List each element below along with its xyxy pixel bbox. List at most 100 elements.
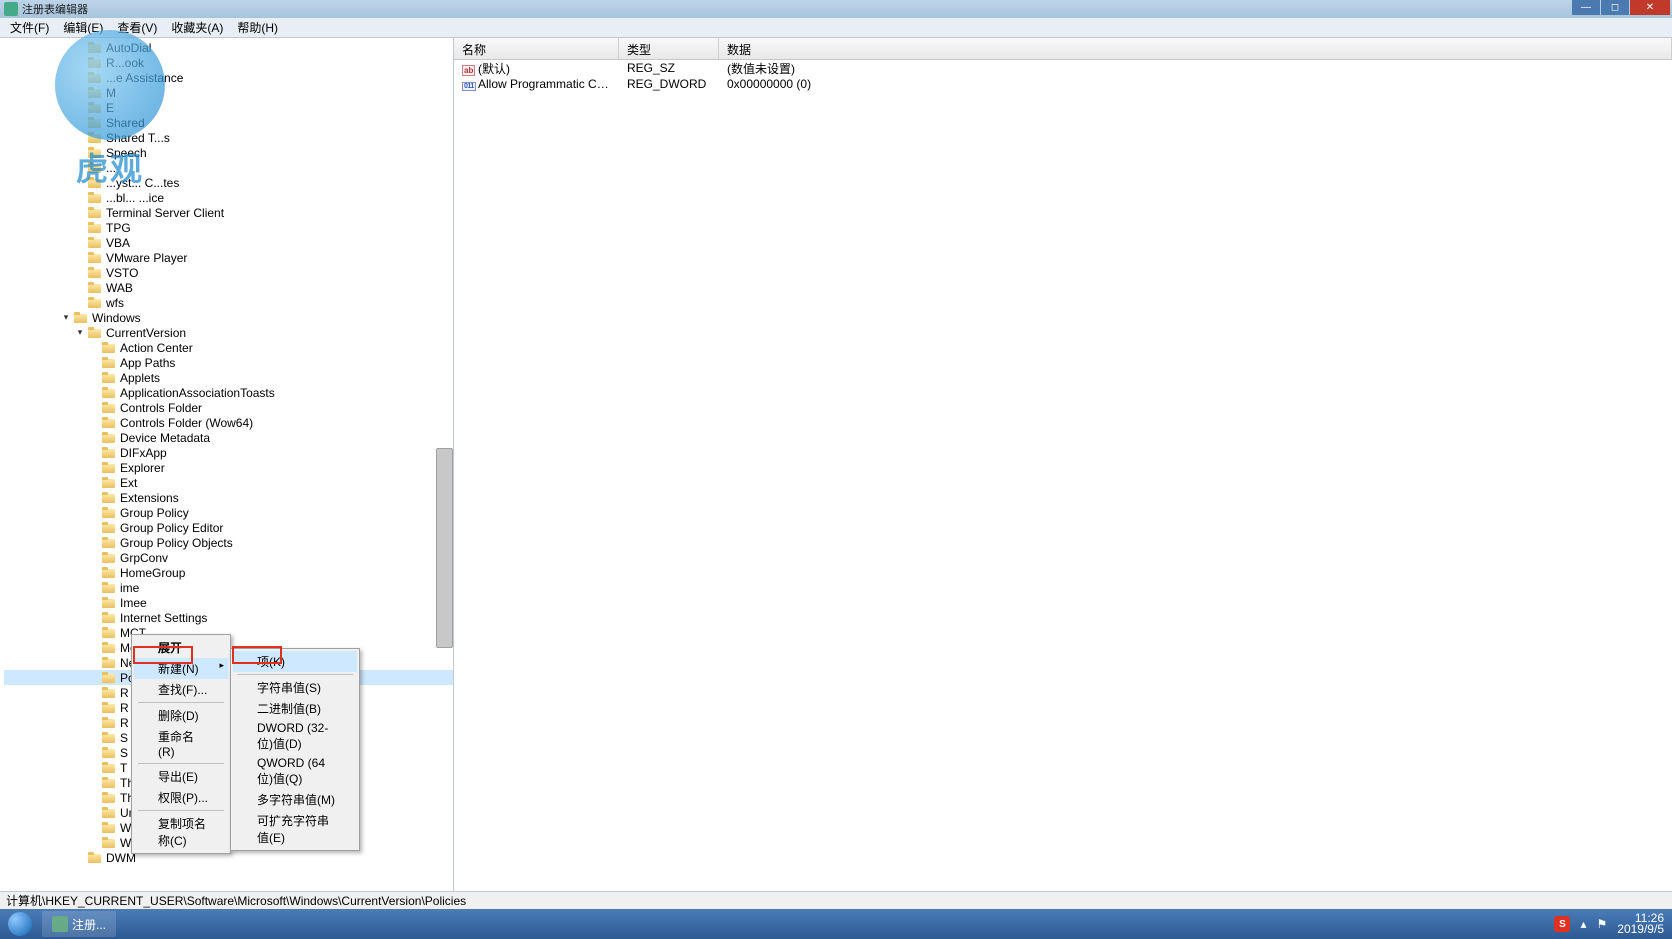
- folder-icon: [88, 42, 102, 54]
- tree-item[interactable]: ...e Assistance: [4, 70, 453, 85]
- tree-item[interactable]: Group Policy Editor: [4, 520, 453, 535]
- ctx-new-dword[interactable]: DWORD (32-位)值(D): [233, 719, 357, 754]
- folder-icon: [102, 417, 116, 429]
- tray-network-icon[interactable]: ▴: [1580, 917, 1586, 931]
- tree-item[interactable]: Device Metadata: [4, 430, 453, 445]
- folder-icon: [102, 492, 116, 504]
- tree-item[interactable]: DIFxApp: [4, 445, 453, 460]
- ctx-delete[interactable]: 删除(D): [134, 705, 228, 726]
- tree-item[interactable]: Controls Folder (Wow64): [4, 415, 453, 430]
- tree-item[interactable]: Shared: [4, 115, 453, 130]
- tree-item[interactable]: R...ook: [4, 55, 453, 70]
- menu-file[interactable]: 文件(F): [4, 18, 55, 37]
- ctx-new[interactable]: 新建(N): [134, 658, 228, 679]
- tree-item[interactable]: E: [4, 100, 453, 115]
- system-tray: S ▴ ⚑ 11:26 2019/9/5: [1546, 913, 1672, 935]
- tree-item[interactable]: ...: [4, 160, 453, 175]
- tree-item-label: DIFxApp: [118, 446, 169, 460]
- menu-favorites[interactable]: 收藏夹(A): [165, 18, 229, 37]
- tree-item[interactable]: WAB: [4, 280, 453, 295]
- ctx-find[interactable]: 查找(F)...: [134, 679, 228, 700]
- tree-item[interactable]: GrpConv: [4, 550, 453, 565]
- scrollbar-thumb[interactable]: [436, 448, 453, 648]
- taskbar-item-regedit[interactable]: 注册...: [42, 911, 116, 937]
- maximize-button[interactable]: ◻: [1601, 0, 1629, 15]
- list-pane[interactable]: 名称 类型 数据 (默认)REG_SZ(数值未设置)Allow Programm…: [454, 38, 1672, 891]
- ctx-rename[interactable]: 重命名(R): [134, 726, 228, 761]
- folder-icon: [102, 537, 116, 549]
- tree-item-label: R: [118, 686, 131, 700]
- tree-item[interactable]: ▾CurrentVersion: [4, 325, 453, 340]
- col-header-data[interactable]: 数据: [719, 38, 1672, 59]
- tree-item[interactable]: HomeGroup: [4, 565, 453, 580]
- ctx-permissions[interactable]: 权限(P)...: [134, 787, 228, 808]
- minimize-button[interactable]: —: [1572, 0, 1600, 15]
- tree-item[interactable]: ...bl... ...ice: [4, 190, 453, 205]
- tree-item[interactable]: Speech: [4, 145, 453, 160]
- folder-icon: [102, 732, 116, 744]
- tree-item[interactable]: wfs: [4, 295, 453, 310]
- ctx-new-key[interactable]: 项(K): [233, 651, 357, 672]
- tree-item-label: AutoDial: [104, 41, 153, 55]
- tree-item[interactable]: VSTO: [4, 265, 453, 280]
- window-title: 注册表编辑器: [22, 1, 88, 17]
- ctx-separator: [237, 674, 353, 675]
- tree-item[interactable]: Action Center: [4, 340, 453, 355]
- tray-action-center-icon[interactable]: ⚑: [1597, 917, 1608, 931]
- tree-item-label: Imee: [118, 596, 149, 610]
- tree-item-label: ApplicationAssociationToasts: [118, 386, 277, 400]
- col-header-name[interactable]: 名称: [454, 38, 619, 59]
- list-row[interactable]: (默认)REG_SZ(数值未设置): [454, 60, 1672, 76]
- tree-item[interactable]: ▾Windows: [4, 310, 453, 325]
- menu-edit[interactable]: 编辑(E): [57, 18, 109, 37]
- tree-item[interactable]: Ext: [4, 475, 453, 490]
- folder-icon: [102, 717, 116, 729]
- tree-item[interactable]: Shared T...s: [4, 130, 453, 145]
- ctx-new-binary[interactable]: 二进制值(B): [233, 698, 357, 719]
- status-path: 计算机\HKEY_CURRENT_USER\Software\Microsoft…: [6, 892, 466, 909]
- ctx-separator: [138, 702, 224, 703]
- sogou-ime-icon[interactable]: S: [1554, 916, 1570, 932]
- ctx-new-multistring[interactable]: 多字符串值(M): [233, 789, 357, 810]
- ctx-copy-key-name[interactable]: 复制项名称(C): [134, 813, 228, 851]
- tree-item[interactable]: ApplicationAssociationToasts: [4, 385, 453, 400]
- tree-toggle-icon[interactable]: ▾: [60, 312, 72, 323]
- tree-item[interactable]: Controls Folder: [4, 400, 453, 415]
- tree-item[interactable]: Extensions: [4, 490, 453, 505]
- tree-item[interactable]: Applets: [4, 370, 453, 385]
- col-header-type[interactable]: 类型: [619, 38, 719, 59]
- tree-item[interactable]: Group Policy: [4, 505, 453, 520]
- tree-item[interactable]: VMware Player: [4, 250, 453, 265]
- tree-toggle-icon[interactable]: ▾: [74, 327, 86, 338]
- ctx-new-qword[interactable]: QWORD (64 位)值(Q): [233, 754, 357, 789]
- tree-item[interactable]: App Paths: [4, 355, 453, 370]
- ctx-new-string[interactable]: 字符串值(S): [233, 677, 357, 698]
- start-button[interactable]: [0, 909, 40, 939]
- tray-clock[interactable]: 11:26 2019/9/5: [1617, 913, 1664, 935]
- tree-item-label: Shared: [104, 116, 147, 130]
- tree-item-label: Controls Folder (Wow64): [118, 416, 255, 430]
- close-button[interactable]: ✕: [1630, 0, 1670, 15]
- tree-item[interactable]: Explorer: [4, 460, 453, 475]
- folder-icon: [88, 162, 102, 174]
- folder-icon: [102, 642, 116, 654]
- menu-view[interactable]: 查看(V): [111, 18, 163, 37]
- tree-item[interactable]: M: [4, 85, 453, 100]
- tree-item[interactable]: VBA: [4, 235, 453, 250]
- folder-icon: [102, 702, 116, 714]
- ctx-new-expandstring[interactable]: 可扩充字符串值(E): [233, 810, 357, 848]
- tree-item[interactable]: Imee: [4, 595, 453, 610]
- ctx-expand[interactable]: 展开: [134, 637, 228, 658]
- tree-item[interactable]: Group Policy Objects: [4, 535, 453, 550]
- tree-item[interactable]: ime: [4, 580, 453, 595]
- tree-item-label: ...yst... C...tes: [104, 176, 181, 190]
- tree-item[interactable]: Internet Settings: [4, 610, 453, 625]
- list-row[interactable]: Allow Programmatic Cut_Co...REG_DWORD0x0…: [454, 76, 1672, 92]
- tree-item[interactable]: Terminal Server Client: [4, 205, 453, 220]
- menu-help[interactable]: 帮助(H): [231, 18, 284, 37]
- ctx-export[interactable]: 导出(E): [134, 766, 228, 787]
- tree-item[interactable]: AutoDial: [4, 40, 453, 55]
- tree-item[interactable]: ...yst... C...tes: [4, 175, 453, 190]
- tree-item[interactable]: TPG: [4, 220, 453, 235]
- folder-icon: [102, 687, 116, 699]
